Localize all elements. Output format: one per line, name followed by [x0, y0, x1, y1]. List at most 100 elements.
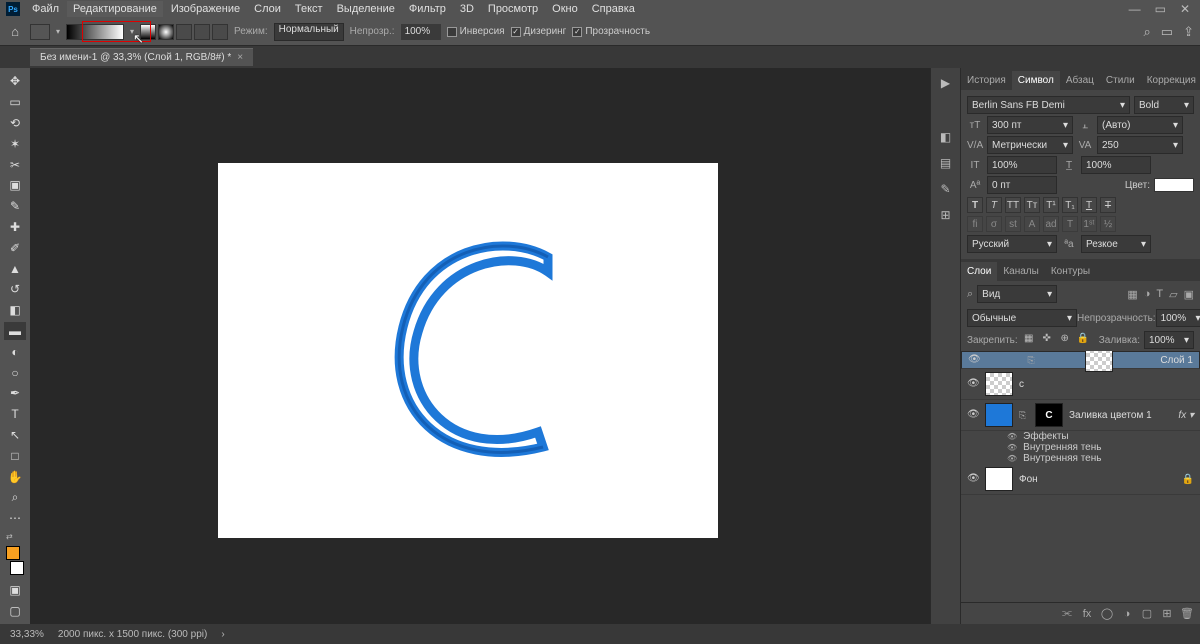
tab-paragraph[interactable]: Абзац [1060, 71, 1100, 90]
layer-thumb[interactable] [1085, 351, 1113, 372]
window-minimize-icon[interactable]: — [1129, 2, 1141, 16]
strike-btn[interactable]: T [1100, 197, 1116, 213]
layer-mask-thumb[interactable]: C [1035, 403, 1063, 427]
menu-filter[interactable]: Фильтр [403, 1, 452, 17]
visibility-icon[interactable]: 👁 [1007, 454, 1017, 463]
new-layer-icon[interactable]: ⊞ [1160, 607, 1174, 620]
layer-name[interactable]: Слой 1 [1160, 355, 1193, 366]
antialias-select[interactable]: Резкое▾ [1081, 235, 1151, 253]
filter-type-icon[interactable]: T [1156, 288, 1163, 301]
stamp-tool[interactable]: ▲ [4, 259, 26, 278]
underline-btn[interactable]: T [1081, 197, 1097, 213]
foreground-color[interactable] [6, 546, 20, 560]
pen-tool[interactable]: ✒ [4, 384, 26, 403]
hscale-field[interactable]: 100% [1081, 156, 1151, 174]
lock-artboard-icon[interactable]: ⊕ [1058, 333, 1072, 347]
layer-row[interactable]: 👁 с [961, 369, 1200, 400]
font-weight-select[interactable]: Bold▾ [1134, 96, 1194, 114]
tab-history[interactable]: История [961, 71, 1012, 90]
gradient-tool[interactable]: ▬ [4, 322, 26, 341]
type-tool[interactable]: T [4, 405, 26, 424]
dodge-tool[interactable]: ○ [4, 363, 26, 382]
menu-3d[interactable]: 3D [454, 1, 480, 17]
menu-image[interactable]: Изображение [165, 1, 246, 17]
link-icon[interactable]: ⎘ [1027, 355, 1037, 366]
layer-opacity-field[interactable]: 100%▾ [1156, 309, 1200, 327]
tab-adjustments[interactable]: Коррекция [1141, 71, 1200, 90]
window-close-icon[interactable]: ✕ [1180, 2, 1190, 16]
filter-smart-icon[interactable]: ▣ [1184, 288, 1194, 301]
tab-channels[interactable]: Каналы [997, 262, 1045, 281]
menu-view[interactable]: Просмотр [482, 1, 544, 17]
eraser-tool[interactable]: ◧ [4, 301, 26, 320]
gradient-linear[interactable] [140, 24, 156, 40]
background-color[interactable] [10, 561, 24, 575]
link-icon[interactable]: ⎘ [1019, 410, 1029, 421]
fill-field[interactable]: 100%▾ [1144, 331, 1194, 349]
share-icon[interactable]: ⇪ [1183, 24, 1194, 40]
subscript-btn[interactable]: T₁ [1062, 197, 1078, 213]
lock-position-icon[interactable]: ✜ [1040, 333, 1054, 347]
search-icon[interactable]: ⌕ [967, 288, 973, 301]
shape-tool[interactable]: □ [4, 446, 26, 465]
color-swatches[interactable] [6, 546, 24, 575]
layer-thumb[interactable] [985, 467, 1013, 491]
kerning-select[interactable]: Метрически▾ [987, 136, 1073, 154]
visibility-icon[interactable]: 👁 [967, 473, 979, 485]
menu-text[interactable]: Текст [289, 1, 329, 17]
layer-effects-header[interactable]: 👁Эффекты [961, 431, 1200, 442]
chevron-down-icon[interactable]: ▾ [56, 27, 60, 36]
trans-checkbox[interactable]: Прозрачность [572, 26, 650, 37]
vscale-field[interactable]: 100% [987, 156, 1057, 174]
opacity-value[interactable]: 100% [401, 24, 441, 40]
lock-all-icon[interactable]: 🔒 [1076, 333, 1090, 347]
gradient-preview[interactable] [66, 24, 124, 40]
otf-fi-btn[interactable]: fi [967, 216, 983, 232]
swap-colors-icon[interactable]: ⇄ [6, 532, 13, 541]
zoom-level[interactable]: 33,33% [10, 629, 44, 640]
layer-row[interactable]: 👁 ⎘ Слой 1 [961, 351, 1200, 369]
menu-edit[interactable]: Редактирование [67, 1, 163, 17]
path-select-tool[interactable]: ↖ [4, 426, 26, 445]
blur-tool[interactable]: ◐ [4, 342, 26, 361]
hand-tool[interactable]: ✋ [4, 467, 26, 486]
leading-select[interactable]: (Авто)▾ [1097, 116, 1183, 134]
tracking-select[interactable]: 250▾ [1097, 136, 1183, 154]
tool-preset[interactable] [30, 24, 50, 40]
gradient-reflected[interactable] [194, 24, 210, 40]
layer-name[interactable]: с [1019, 379, 1024, 390]
otf-st-btn[interactable]: st [1005, 216, 1021, 232]
play-icon[interactable]: ▶ [937, 74, 955, 92]
lasso-tool[interactable]: ⟲ [4, 114, 26, 133]
menu-help[interactable]: Справка [586, 1, 641, 17]
baseline-field[interactable]: 0 пт [987, 176, 1057, 194]
allcaps-btn[interactable]: TT [1005, 197, 1021, 213]
blend-mode-select[interactable]: Нормальный [274, 23, 344, 41]
italic-btn[interactable]: T [986, 197, 1002, 213]
layer-effect-item[interactable]: 👁Внутренняя тень [961, 453, 1200, 464]
brushes-panel-icon[interactable]: ✎ [937, 180, 955, 198]
visibility-icon[interactable]: 👁 [1007, 443, 1017, 452]
move-tool[interactable]: ✥ [4, 72, 26, 91]
screenmode-tool[interactable]: ▢ [4, 601, 26, 620]
menu-select[interactable]: Выделение [331, 1, 401, 17]
brush-tool[interactable]: ✐ [4, 238, 26, 257]
bold-btn[interactable]: T [967, 197, 983, 213]
crop-tool[interactable]: ✂ [4, 155, 26, 174]
layer-name[interactable]: Фон [1019, 474, 1038, 485]
tab-styles[interactable]: Стили [1100, 71, 1141, 90]
chevron-right-icon[interactable]: › [221, 629, 224, 640]
visibility-icon[interactable]: 👁 [1007, 432, 1017, 441]
home-icon[interactable]: ⌂ [6, 23, 24, 41]
layer-style-icon[interactable]: fx [1080, 608, 1094, 620]
visibility-icon[interactable]: 👁 [968, 354, 980, 366]
search-icon[interactable]: ⌕ [1144, 24, 1151, 40]
workspace-icon[interactable]: ▭ [1161, 24, 1173, 40]
window-maximize-icon[interactable]: ▭ [1155, 2, 1166, 16]
fx-label[interactable]: fx ▾ [1178, 410, 1194, 421]
language-select[interactable]: Русский▾ [967, 235, 1057, 253]
frame-tool[interactable]: ▣ [4, 176, 26, 195]
edit-toolbar[interactable]: ⋯ [4, 509, 26, 528]
tab-paths[interactable]: Контуры [1045, 262, 1096, 281]
marquee-tool[interactable]: ▭ [4, 93, 26, 112]
